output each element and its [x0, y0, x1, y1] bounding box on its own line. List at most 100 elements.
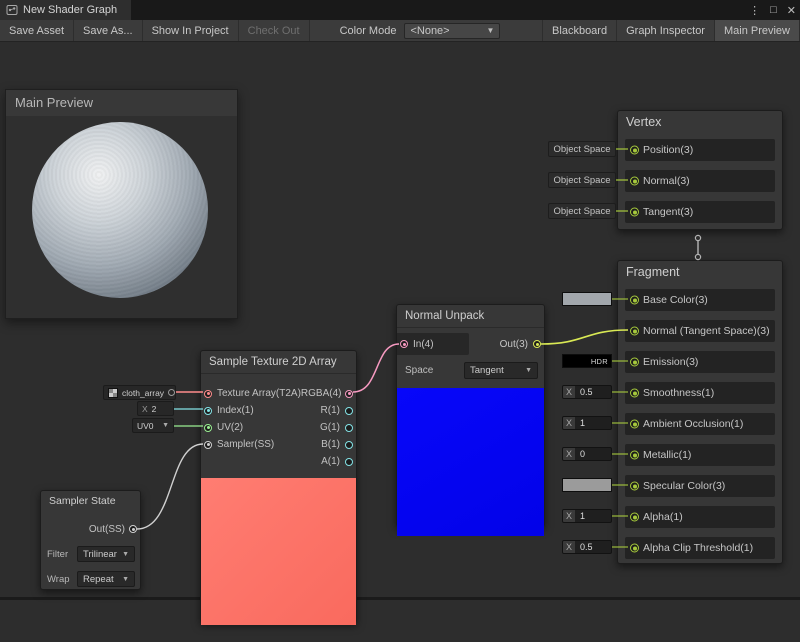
rgba-port-dot[interactable] [345, 390, 353, 398]
chevron-down-icon: ▼ [122, 576, 129, 583]
toolbar-spacer [500, 20, 542, 41]
normal-port-dot[interactable] [630, 177, 639, 186]
space-dropdown[interactable]: Tangent ▼ [464, 362, 538, 379]
b-port-dot[interactable] [345, 441, 353, 449]
object-picker-icon[interactable] [168, 389, 175, 396]
index-port-dot[interactable] [204, 407, 212, 415]
field-value: 0.5 [575, 541, 611, 553]
shader-graph-toolbar: Save Asset Save As... Show In Project Ch… [0, 20, 800, 42]
texture-array-port-dot[interactable] [204, 390, 212, 398]
alpha-clip-port-dot[interactable] [630, 544, 639, 553]
position-space-dropdown[interactable]: Object Space [548, 141, 616, 157]
tab-new-shader-graph[interactable]: New Shader Graph [0, 0, 131, 20]
wrap-dropdown[interactable]: Repeat ▼ [77, 571, 135, 587]
port-label: Alpha Clip Threshold(1) [643, 542, 753, 554]
normal-unpack-node[interactable]: Normal Unpack In(4) Out(3) Space Tangent… [396, 304, 545, 527]
tangent-port-dot[interactable] [630, 208, 639, 217]
color-mode-dropdown[interactable]: <None> ▼ [404, 23, 500, 39]
axis-label: X [563, 386, 575, 398]
field-value: 0 [575, 448, 611, 460]
save-asset-button[interactable]: Save Asset [0, 20, 74, 41]
emission-hdr-color-field[interactable]: HDR [562, 354, 612, 368]
window-menu-icon[interactable]: ⋮ [749, 4, 760, 17]
fragment-port-alpha-clip: Alpha Clip Threshold(1) [625, 537, 775, 559]
in4-port-dot[interactable] [400, 340, 408, 348]
normal-tangent-port-dot[interactable] [630, 327, 639, 336]
vertex-ports: Position(3) Normal(3) Tangent(3) [618, 133, 782, 223]
uv-port-dot[interactable] [204, 424, 212, 432]
main-preview-panel: Main Preview [5, 89, 238, 319]
fragment-ports: Base Color(3) Normal (Tangent Space)(3) … [618, 283, 782, 559]
wrap-label: Wrap [47, 574, 70, 585]
space-value: Tangent [470, 365, 504, 376]
smoothness-port-dot[interactable] [630, 389, 639, 398]
sample-texture-2d-array-node[interactable]: Sample Texture 2D Array Texture Array(T2… [200, 350, 357, 623]
alpha-clip-threshold-field[interactable]: X 0.5 [562, 540, 612, 554]
alpha-field[interactable]: X 1 [562, 509, 612, 523]
shader-graph-icon [6, 4, 18, 16]
texture-asset-name: cloth_array [122, 388, 164, 398]
vertex-port-normal: Normal(3) [625, 170, 775, 192]
graph-inspector-toggle-button[interactable]: Graph Inspector [617, 20, 715, 41]
port-label: Ambient Occlusion(1) [643, 418, 743, 430]
position-port-dot[interactable] [630, 146, 639, 155]
base-color-port-dot[interactable] [630, 296, 639, 305]
vertex-port-position: Position(3) [625, 139, 775, 161]
filter-dropdown[interactable]: Trilinear ▼ [77, 546, 135, 562]
out3-port-dot[interactable] [533, 340, 541, 348]
normal-space-dropdown[interactable]: Object Space [548, 172, 616, 188]
in4-port-slot: In(4) [397, 333, 469, 355]
ambient-occlusion-field[interactable]: X 1 [562, 416, 612, 430]
out-ss-port-dot[interactable] [129, 525, 137, 533]
maximize-icon[interactable]: □ [770, 4, 777, 16]
tangent-space-dropdown[interactable]: Object Space [548, 203, 616, 219]
port-label: Texture Array(T2A) [217, 388, 301, 399]
sampler-port-dot[interactable] [204, 441, 212, 449]
sample-node-title: Sample Texture 2D Array [201, 351, 356, 374]
title-bar: New Shader Graph ⋮ □ ✕ [0, 0, 800, 20]
metallic-field[interactable]: X 0 [562, 447, 612, 461]
save-as-button[interactable]: Save As... [74, 20, 143, 41]
emission-port-dot[interactable] [630, 358, 639, 367]
port-label: Out(SS) [89, 524, 125, 535]
port-label: Base Color(3) [643, 294, 708, 306]
index-value-chip[interactable]: X 2 [137, 401, 174, 416]
chevron-down-icon: ▼ [525, 367, 532, 374]
show-in-project-button[interactable]: Show In Project [143, 20, 239, 41]
fragment-port-ambient-occlusion: Ambient Occlusion(1) [625, 413, 775, 435]
index-value: 2 [152, 404, 157, 414]
check-out-button[interactable]: Check Out [239, 20, 310, 41]
metallic-port-dot[interactable] [630, 451, 639, 460]
graph-canvas[interactable]: Main Preview Vertex Position(3) Normal(3… [0, 42, 800, 600]
edge-out3-normal[interactable] [541, 330, 628, 344]
blackboard-toggle-button[interactable]: Blackboard [542, 20, 617, 41]
sample-row-uv-g: UV(2) G(1) [201, 419, 356, 436]
specular-color-port-dot[interactable] [630, 482, 639, 491]
wrap-value: Repeat [83, 574, 114, 585]
uv-channel-dropdown[interactable]: UV0 ▼ [132, 418, 174, 433]
edge-rgba-in[interactable] [353, 344, 399, 392]
fragment-port-smoothness: Smoothness(1) [625, 382, 775, 404]
close-icon[interactable]: ✕ [787, 4, 796, 17]
main-preview-toggle-button[interactable]: Main Preview [715, 20, 800, 41]
sampler-state-node[interactable]: Sampler State Out(SS) Filter Trilinear ▼… [40, 490, 141, 590]
fragment-node-title: Fragment [618, 261, 782, 283]
a-port-dot[interactable] [345, 458, 353, 466]
port-label: UV(2) [217, 422, 243, 433]
specular-color-swatch[interactable] [562, 478, 612, 492]
port-label: RGBA(4) [301, 388, 342, 399]
vertex-node[interactable]: Vertex Position(3) Normal(3) Tangent(3) [617, 110, 783, 230]
main-preview-header[interactable]: Main Preview [6, 90, 237, 116]
edge-samplerstate-sampler[interactable] [137, 444, 203, 529]
ambient-occlusion-port-dot[interactable] [630, 420, 639, 429]
alpha-port-dot[interactable] [630, 513, 639, 522]
base-color-swatch[interactable] [562, 292, 612, 306]
fragment-node[interactable]: Fragment Base Color(3) Normal (Tangent S… [617, 260, 783, 564]
cloth-array-property-chip[interactable]: cloth_array [103, 385, 176, 400]
axis-label: X [142, 404, 148, 414]
port-label: B(1) [321, 439, 340, 450]
g-port-dot[interactable] [345, 424, 353, 432]
r-port-dot[interactable] [345, 407, 353, 415]
out3-port: Out(3) [500, 339, 544, 350]
smoothness-field[interactable]: X 0.5 [562, 385, 612, 399]
